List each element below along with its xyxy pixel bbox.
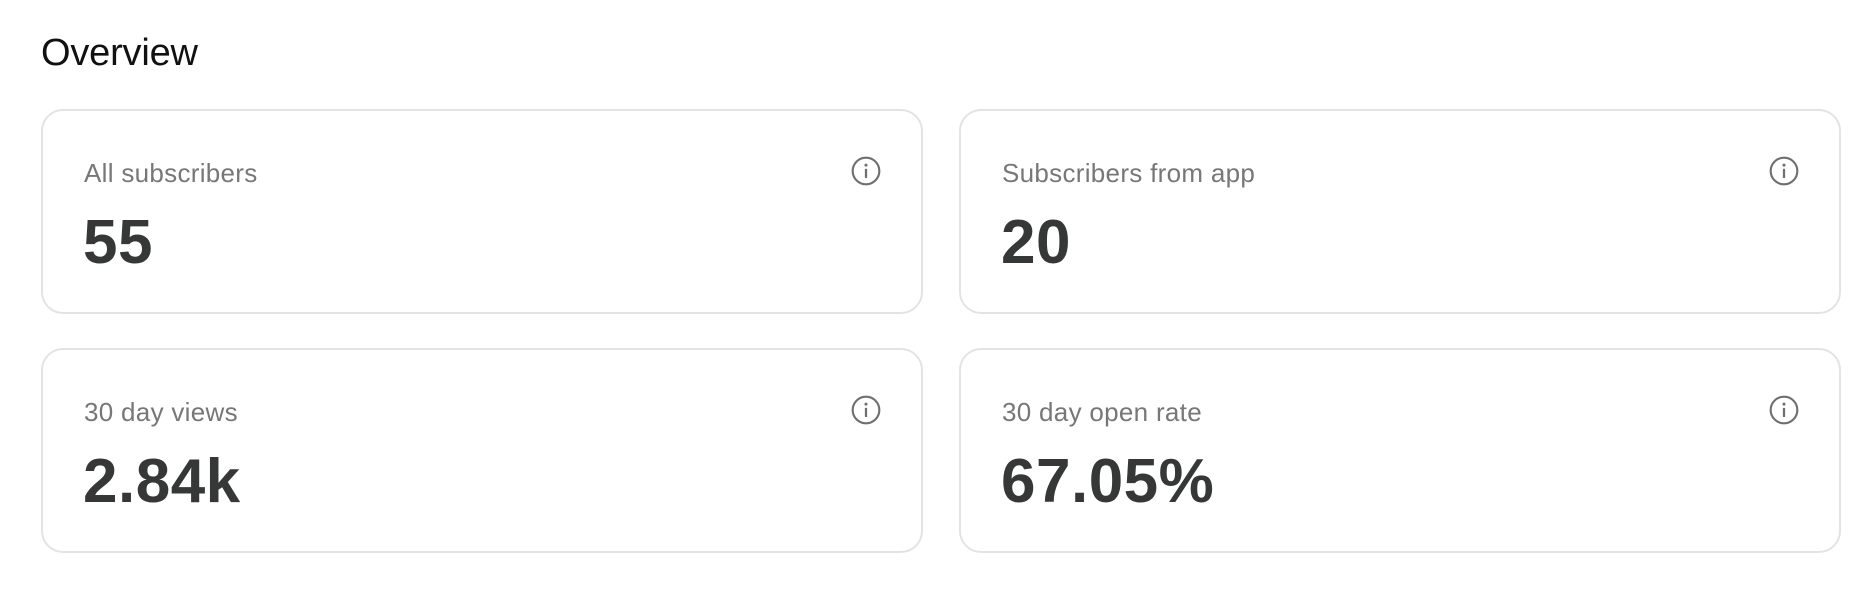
stats-grid: All subscribers 55 Subscribers from app … [41, 109, 1841, 553]
stat-card-30-day-views: 30 day views 2.84k [41, 348, 923, 553]
overview-section: Overview All subscribers 55 Subscribers … [41, 30, 1841, 553]
info-icon[interactable] [850, 394, 882, 426]
info-icon[interactable] [850, 155, 882, 187]
info-icon-svg [851, 156, 881, 186]
stat-value: 55 [83, 208, 153, 277]
stat-label: 30 day open rate [1002, 397, 1202, 427]
stat-card-subscribers-from-app: Subscribers from app 20 [959, 109, 1841, 314]
stat-value: 20 [1001, 208, 1071, 277]
info-icon-svg [1769, 156, 1799, 186]
info-icon[interactable] [1768, 155, 1800, 187]
stat-label: 30 day views [84, 397, 238, 427]
info-icon-svg [1769, 395, 1799, 425]
info-icon[interactable] [1768, 394, 1800, 426]
info-icon-svg [851, 395, 881, 425]
stat-label: Subscribers from app [1002, 158, 1256, 188]
stat-value: 2.84k [83, 447, 241, 516]
stat-card-30-day-open-rate: 30 day open rate 67.05% [959, 348, 1841, 553]
stat-label: All subscribers [84, 158, 258, 188]
stat-card-all-subscribers: All subscribers 55 [41, 109, 923, 314]
stat-value: 67.05% [1001, 447, 1215, 516]
page-title: Overview [41, 32, 198, 74]
